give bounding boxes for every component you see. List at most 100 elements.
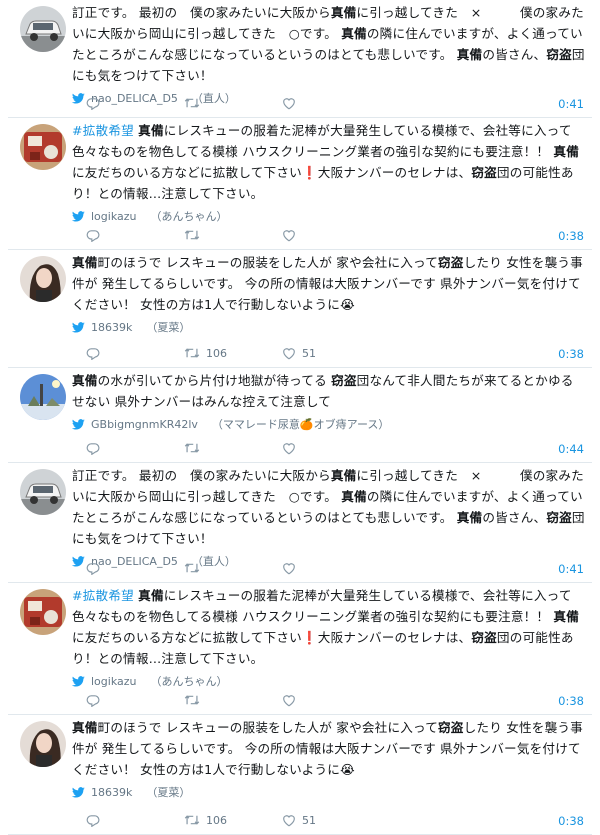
tweet-text: 真備町のほうで レスキューの服装をした人が 家や会社に入って窃盗したり 女性を襲…	[72, 252, 586, 315]
tweet-timestamp[interactable]: 0:44	[558, 442, 584, 456]
retweet-button[interactable]	[184, 562, 282, 574]
tweet-timestamp[interactable]: 0:41	[558, 562, 584, 576]
tweet-meta: logikazu （あんちゃん）	[72, 673, 586, 689]
highlight-term: 真備	[553, 144, 579, 159]
reply-button[interactable]	[86, 814, 184, 827]
like-button[interactable]	[282, 694, 380, 707]
tweet-actions: 0:38	[86, 692, 586, 708]
retweet-icon	[184, 443, 200, 453]
retweet-button[interactable]	[184, 694, 282, 706]
tweet-card[interactable]: 真備町のほうで レスキューの服装をした人が 家や会社に入って窃盗したり 女性を襲…	[8, 715, 592, 835]
text-segment: 訂正です。 最初の 僕の家みたいに大阪から	[72, 468, 331, 483]
text-segment: 訂正です。 最初の 僕の家みたいに大阪から	[72, 5, 331, 20]
retweet-button[interactable]	[184, 442, 282, 454]
like-count: 51	[302, 346, 316, 360]
tweet-timestamp[interactable]: 0:38	[558, 814, 584, 828]
like-button[interactable]	[282, 229, 380, 242]
highlight-term: 窃盗	[471, 165, 497, 180]
highlight-term: 真備	[72, 720, 98, 735]
text-segment: の水が引いてから片付け地獄が待ってる	[97, 373, 332, 388]
highlight-term: 窃盗	[331, 373, 357, 388]
tweet-card[interactable]: 訂正です。 最初の 僕の家みたいに大阪から真備に引っ越してきた × 僕の家みたい…	[8, 463, 592, 583]
reply-icon	[86, 694, 100, 707]
text-segment: に友だちのいる方などに拡散して下さい❗️大阪ナンバーのセレナは、	[72, 630, 472, 645]
user-nickname: （夏菜）	[146, 786, 191, 799]
user-nickname: （ママレード尿意🍊オブ痔アース）	[211, 418, 390, 431]
like-button[interactable]	[282, 442, 380, 455]
user-nickname: （夏菜）	[146, 321, 191, 334]
reply-button[interactable]	[86, 442, 184, 455]
tweet-text: 真備の水が引いてから片付け地獄が待ってる 窃盗団なんて非人間たちが来てるとかゆる…	[72, 370, 586, 412]
avatar[interactable]	[20, 589, 66, 635]
user-handle[interactable]: logikazu	[91, 210, 137, 223]
avatar[interactable]	[20, 256, 66, 302]
highlight-term: 窃盗	[546, 510, 572, 525]
heart-icon	[283, 229, 295, 241]
highlight-term: 真備	[330, 468, 357, 483]
user-handle[interactable]: GBbigmgnmKR42lv	[91, 418, 198, 431]
tweet-body: 訂正です。 最初の 僕の家みたいに大阪から真備に引っ越してきた × 僕の家みたい…	[72, 2, 586, 106]
hashtag-link[interactable]: #拡散希望	[72, 588, 134, 603]
hashtag-link[interactable]: #拡散希望	[72, 123, 134, 138]
tweet-card[interactable]: 真備の水が引いてから片付け地獄が待ってる 窃盗団なんて非人間たちが来てるとかゆる…	[8, 368, 592, 463]
retweet-button[interactable]	[184, 97, 282, 109]
avatar[interactable]	[20, 469, 66, 515]
tweet-card[interactable]: #拡散希望 真備にレスキューの服着た泥棒が大量発生している模様で、会社等に入って…	[8, 583, 592, 715]
tweet-feed: 訂正です。 最初の 僕の家みたいに大阪から真備に引っ越してきた × 僕の家みたい…	[0, 0, 600, 835]
tweet-timestamp[interactable]: 0:38	[558, 694, 584, 708]
text-segment: の皆さん、	[482, 47, 547, 62]
avatar[interactable]	[20, 124, 66, 170]
avatar[interactable]	[20, 721, 66, 767]
reply-icon	[86, 97, 100, 110]
tweet-card[interactable]: 訂正です。 最初の 僕の家みたいに大阪から真備に引っ越してきた × 僕の家みたい…	[8, 0, 592, 118]
tweet-text: #拡散希望 真備にレスキューの服着た泥棒が大量発生している模様で、会社等に入って…	[72, 585, 586, 669]
reply-button[interactable]	[86, 694, 184, 707]
text-segment: 町のほうで レスキューの服装をした人が 家や会社に入って	[97, 255, 439, 270]
user-handle[interactable]: 18639k	[91, 786, 132, 799]
reply-button[interactable]	[86, 229, 184, 242]
reply-button[interactable]	[86, 347, 184, 360]
twitter-bird-icon	[72, 210, 85, 221]
retweet-button[interactable]	[184, 229, 282, 241]
like-button[interactable]	[282, 562, 380, 575]
heart-icon	[283, 814, 295, 826]
retweet-button[interactable]: 106	[184, 814, 282, 827]
retweet-icon	[184, 563, 200, 573]
heart-icon	[283, 347, 295, 359]
tweet-text: 真備町のほうで レスキューの服装をした人が 家や会社に入って窃盗したり 女性を襲…	[72, 717, 586, 780]
tweet-text: 訂正です。 最初の 僕の家みたいに大阪から真備に引っ越してきた × 僕の家みたい…	[72, 465, 586, 549]
reply-button[interactable]	[86, 562, 184, 575]
like-button[interactable]: 51	[282, 347, 380, 360]
twitter-bird-icon	[72, 92, 85, 103]
heart-icon	[283, 442, 295, 454]
like-button[interactable]: 51	[282, 814, 380, 827]
tweet-card[interactable]: 真備町のほうで レスキューの服装をした人が 家や会社に入って窃盗したり 女性を襲…	[8, 250, 592, 368]
retweet-icon	[184, 230, 200, 240]
tweet-timestamp[interactable]: 0:38	[558, 229, 584, 243]
text-segment: に友だちのいる方などに拡散して下さい❗️大阪ナンバーのセレナは、	[72, 165, 472, 180]
avatar[interactable]	[20, 6, 66, 52]
tweet-meta: GBbigmgnmKR42lv （ママレード尿意🍊オブ痔アース）	[72, 416, 586, 432]
reply-icon	[86, 347, 100, 360]
tweet-text: 訂正です。 最初の 僕の家みたいに大阪から真備に引っ越してきた × 僕の家みたい…	[72, 2, 586, 86]
retweet-icon	[184, 695, 200, 705]
highlight-term: 真備	[456, 510, 483, 525]
highlight-term: 真備	[72, 255, 98, 270]
reply-button[interactable]	[86, 97, 184, 110]
avatar[interactable]	[20, 374, 66, 420]
like-button[interactable]	[282, 97, 380, 110]
twitter-bird-icon	[72, 555, 85, 566]
reply-icon	[86, 442, 100, 455]
tweet-card[interactable]: #拡散希望 真備にレスキューの服着た泥棒が大量発生している模様で、会社等に入って…	[8, 118, 592, 250]
retweet-icon	[184, 348, 200, 358]
retweet-count: 106	[206, 813, 227, 827]
highlight-term: 真備	[341, 489, 367, 504]
tweet-timestamp[interactable]: 0:41	[558, 97, 584, 111]
user-handle[interactable]: 18639k	[91, 321, 132, 334]
text-segment: 町のほうで レスキューの服装をした人が 家や会社に入って	[97, 720, 439, 735]
tweet-timestamp[interactable]: 0:38	[558, 347, 584, 361]
reply-icon	[86, 562, 100, 575]
user-handle[interactable]: logikazu	[91, 675, 137, 688]
retweet-button[interactable]: 106	[184, 347, 282, 360]
highlight-term: 真備	[72, 373, 98, 388]
